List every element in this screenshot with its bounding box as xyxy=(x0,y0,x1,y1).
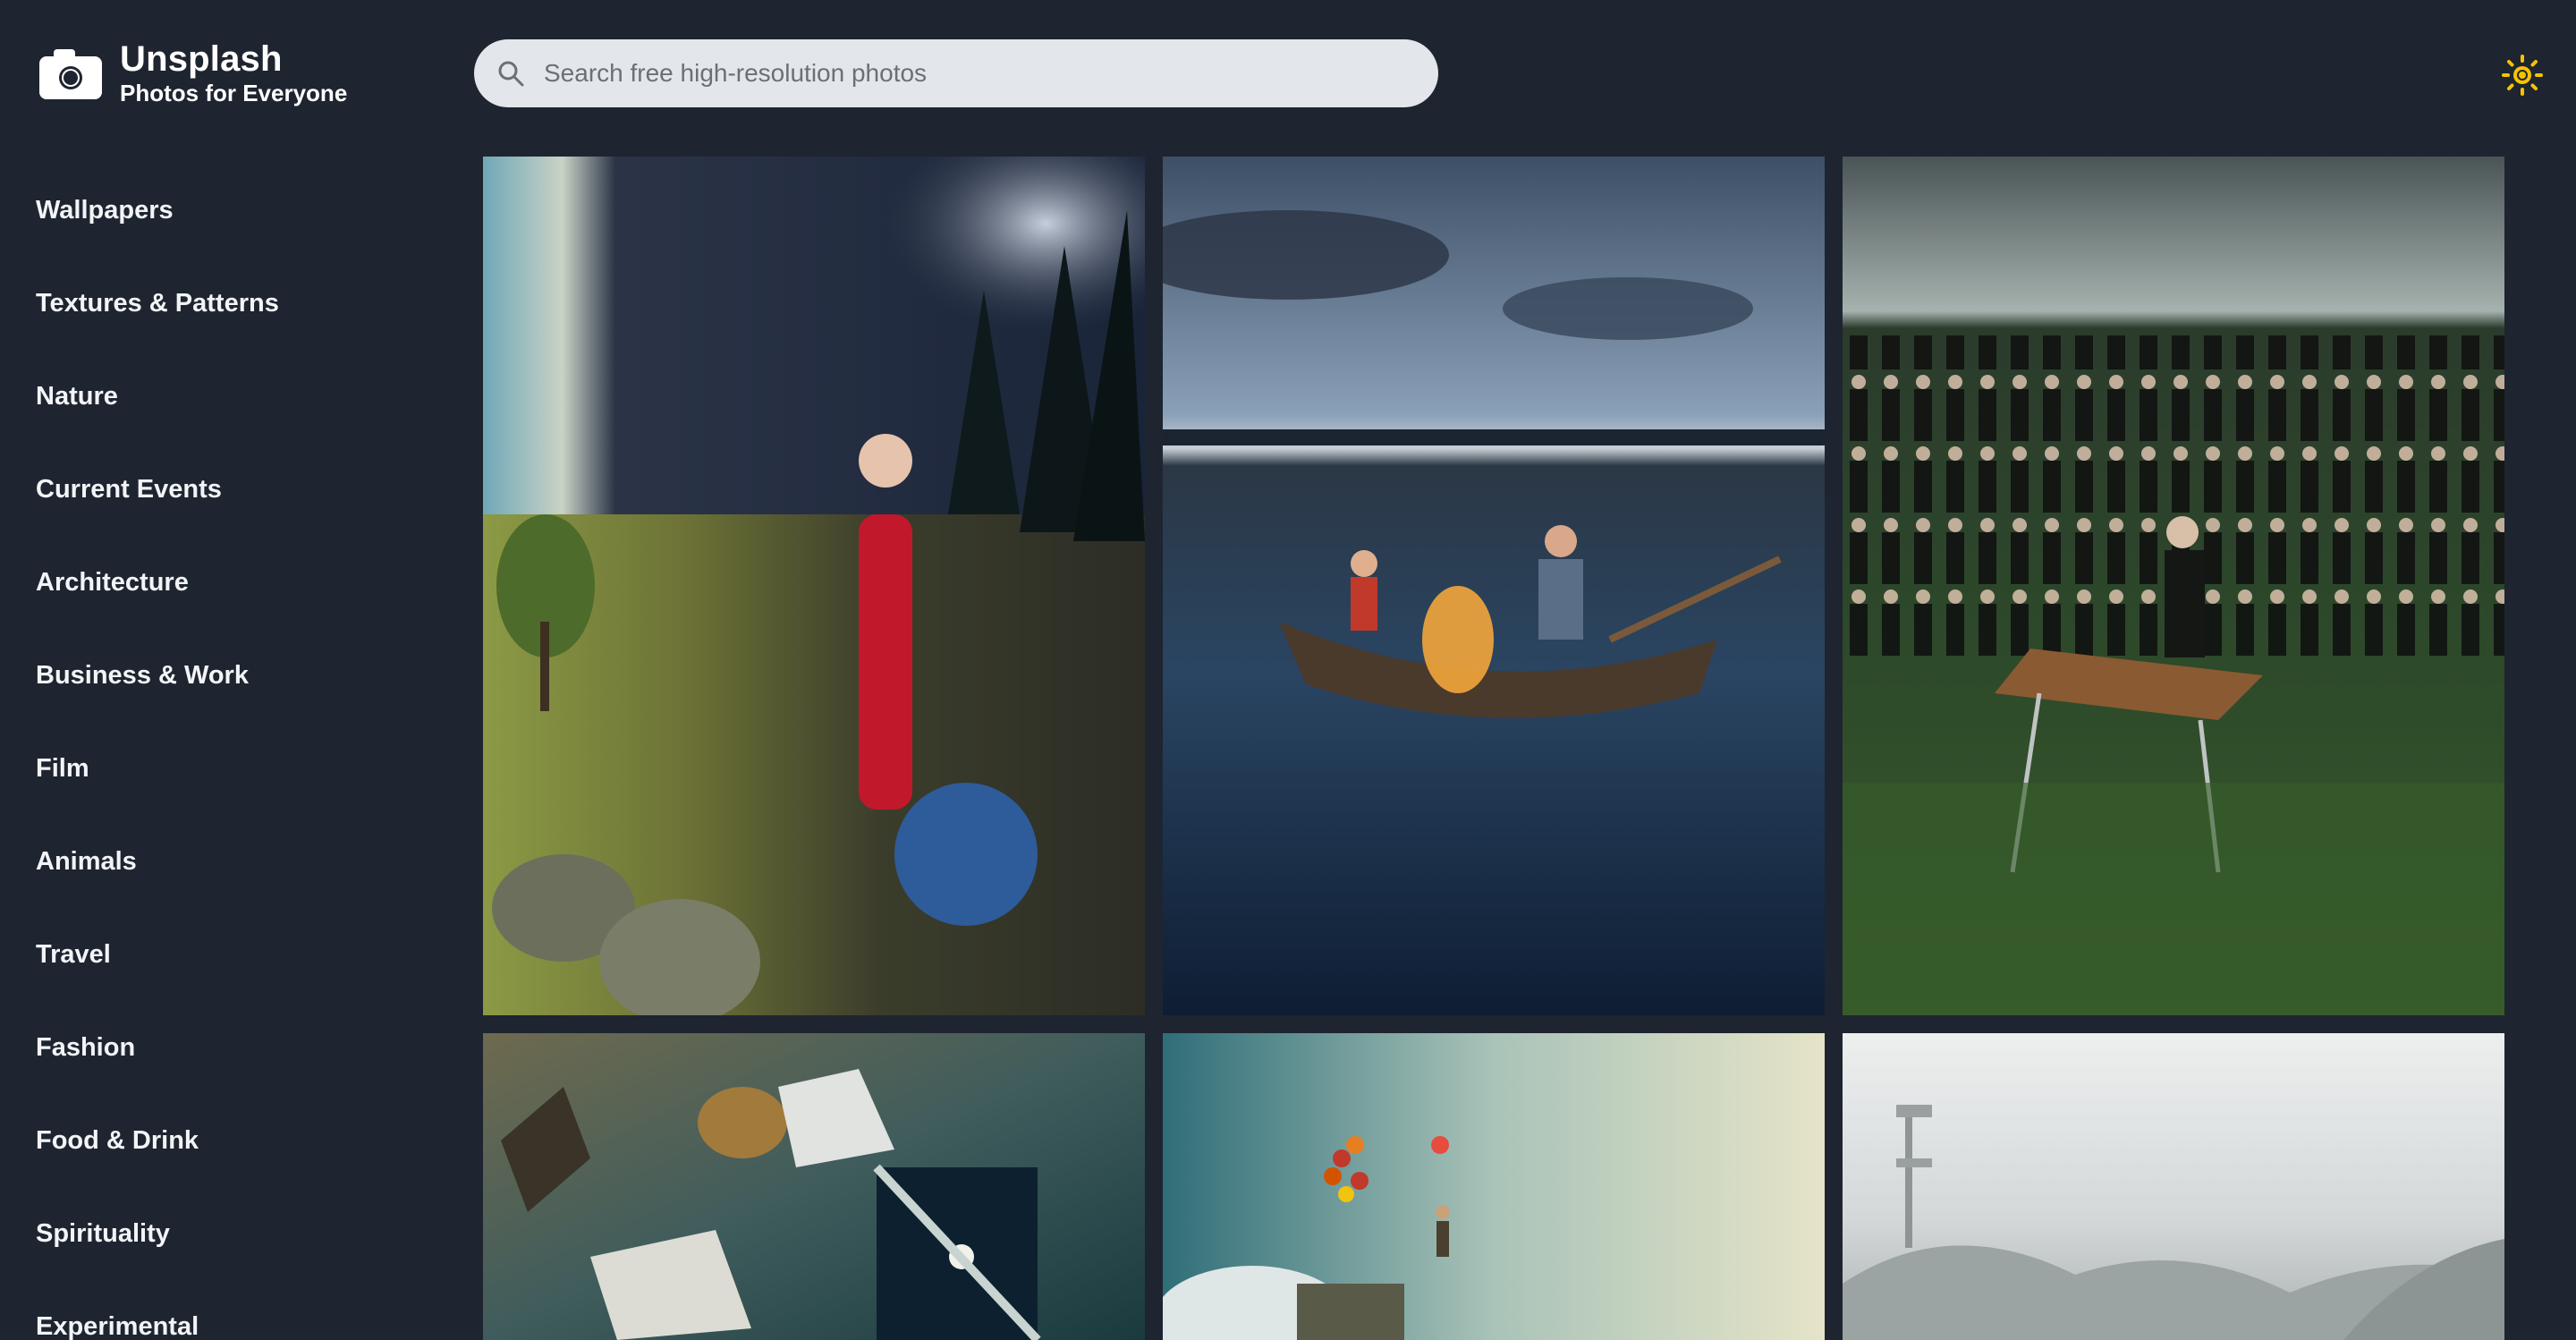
unsplash-app: Unsplash Photos for Everyone Search free… xyxy=(0,0,2576,1340)
search-bar[interactable] xyxy=(474,39,1438,107)
camera-icon xyxy=(39,47,102,99)
theme-toggle-button[interactable] xyxy=(2501,54,2544,97)
photo-night-day-wanderer[interactable] xyxy=(483,157,1145,1015)
sidebar-item-business-work[interactable]: Business & Work xyxy=(36,629,411,722)
search-input[interactable] xyxy=(542,58,1351,89)
category-sidebar: Wallpapers Textures & Patterns Nature Cu… xyxy=(36,164,411,1340)
photo-foggy-landscape[interactable] xyxy=(1843,1033,2504,1340)
sidebar-item-fashion[interactable]: Fashion xyxy=(36,1001,411,1094)
sidebar-item-experimental[interactable]: Experimental xyxy=(36,1280,411,1340)
photo-flying-books-room[interactable] xyxy=(483,1033,1145,1340)
brand-text: Unsplash Photos for Everyone xyxy=(120,39,347,107)
sidebar-item-textures-patterns[interactable]: Textures & Patterns xyxy=(36,257,411,350)
sun-icon xyxy=(2502,55,2543,96)
search-icon xyxy=(498,61,524,87)
sidebar-item-animals[interactable]: Animals xyxy=(36,815,411,908)
photo-boat-campfire-lake[interactable] xyxy=(1163,157,1825,1015)
sidebar-item-architecture[interactable]: Architecture xyxy=(36,536,411,629)
sidebar-item-nature[interactable]: Nature xyxy=(36,350,411,443)
sidebar-item-spirituality[interactable]: Spirituality xyxy=(36,1187,411,1280)
brand-logo[interactable]: Unsplash Photos for Everyone xyxy=(39,39,347,107)
photo-balloons-sky[interactable] xyxy=(1163,1033,1825,1340)
sidebar-item-wallpapers[interactable]: Wallpapers xyxy=(36,164,411,257)
brand-tagline: Photos for Everyone xyxy=(120,80,348,106)
sidebar-item-food-drink[interactable]: Food & Drink xyxy=(36,1094,411,1187)
sidebar-item-film[interactable]: Film xyxy=(36,722,411,815)
sidebar-item-current-events[interactable]: Current Events xyxy=(36,443,411,536)
sidebar-item-travel[interactable]: Travel xyxy=(36,908,411,1001)
photo-crowd-desk-field[interactable] xyxy=(1843,157,2504,1015)
brand-name: Unsplash xyxy=(120,39,283,79)
